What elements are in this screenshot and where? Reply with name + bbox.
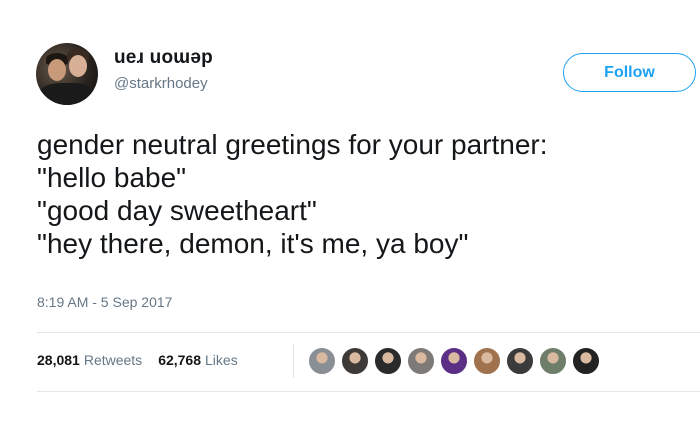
liker-avatar-2-icon[interactable] — [341, 347, 369, 375]
liker-avatar-4-icon[interactable] — [407, 347, 435, 375]
liker-avatar-8-icon[interactable] — [539, 347, 567, 375]
retweets-count[interactable]: 28,081 — [37, 352, 80, 368]
tweet-stats: 28,081 Retweets 62,768 Likes — [37, 352, 250, 368]
tweet-timestamp[interactable]: 8:19 AM - 5 Sep 2017 — [37, 294, 172, 310]
liker-avatar-9-icon[interactable] — [572, 347, 600, 375]
divider-bottom — [37, 391, 700, 392]
avatar-face-left — [48, 59, 66, 81]
tweet-card: ueɹ uoɯəp @starkrhodey Follow gender neu… — [0, 0, 700, 423]
liker-avatar-6-icon[interactable] — [473, 347, 501, 375]
liker-avatar-3-icon[interactable] — [374, 347, 402, 375]
user-display-name[interactable]: ueɹ uoɯəp — [114, 47, 213, 69]
tweet-text: gender neutral greetings for your partne… — [37, 129, 548, 259]
divider-top — [37, 332, 700, 333]
liker-avatar-7-icon[interactable] — [506, 347, 534, 375]
liker-avatars — [308, 347, 605, 375]
follow-button[interactable]: Follow — [563, 53, 696, 92]
avatar-shirt — [38, 83, 96, 105]
user-handle[interactable]: @starkrhodey — [114, 75, 208, 92]
user-avatar[interactable] — [36, 43, 98, 105]
avatar-face-right — [69, 55, 87, 77]
retweets-label[interactable]: Retweets — [84, 352, 142, 368]
stats-separator — [293, 344, 294, 378]
liker-avatar-1-icon[interactable] — [308, 347, 336, 375]
liker-avatar-5-icon[interactable] — [440, 347, 468, 375]
likes-label[interactable]: Likes — [205, 352, 238, 368]
likes-count[interactable]: 62,768 — [158, 352, 201, 368]
